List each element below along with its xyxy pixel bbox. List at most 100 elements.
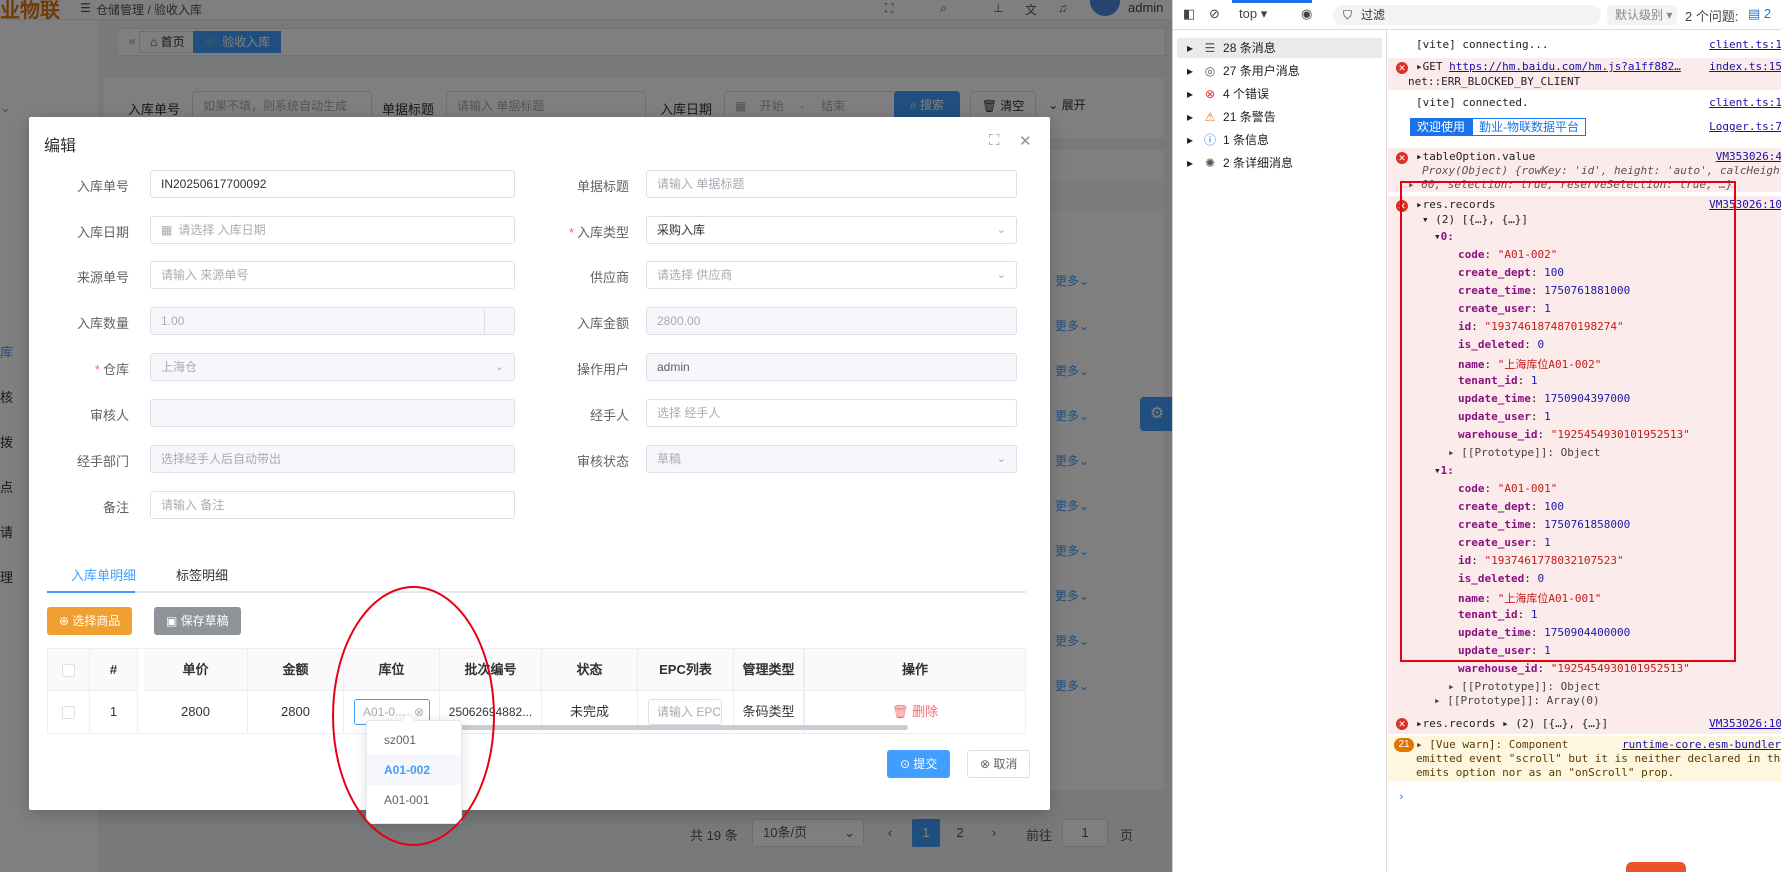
annotation-rectangle xyxy=(1400,181,1736,662)
sidebar-item-user-messages[interactable]: ▸ ◎ 27 条用户消息 xyxy=(1187,61,1300,81)
warning-icon: ⚠ xyxy=(1204,110,1216,124)
welcome-badge-b: 勤业-物联数据平台 xyxy=(1472,118,1587,136)
res-records-text: res.records xyxy=(1422,717,1496,730)
tab-detail[interactable]: 入库单明细 xyxy=(71,565,136,584)
sidebar-item-messages[interactable]: ▸ ☰ 28 条消息 xyxy=(1177,38,1382,58)
issues-label[interactable]: 2 个问题: xyxy=(1685,6,1738,25)
submit-button[interactable]: ⊙ 提交 xyxy=(887,750,951,778)
audit-status-label: 审核状态 xyxy=(576,454,629,469)
audit-status-value: 草稿 xyxy=(657,452,682,466)
supplier-select[interactable]: 请选择 供应商 ⌄ xyxy=(646,261,1017,289)
amount-label: 入库金额 xyxy=(576,316,629,331)
console-line-vite-connecting: [vite] connecting... client.ts:1 xyxy=(1388,38,1781,56)
close-icon[interactable]: ✕ xyxy=(1019,132,1032,150)
error-icon: ✕ xyxy=(1396,152,1408,164)
console-filter-input[interactable]: ⛉ 过滤 xyxy=(1333,5,1601,25)
col-header-index: # xyxy=(90,649,138,691)
select-goods-label: 选择商品 xyxy=(72,614,121,628)
bill-title-label: 单据标题 xyxy=(576,179,629,194)
row-checkbox-cell[interactable] xyxy=(48,691,90,733)
issues-count[interactable]: ▤ 2 xyxy=(1748,6,1771,22)
col-header-epc: EPC列表 xyxy=(638,649,734,691)
epc-input[interactable]: 请输入 EPC xyxy=(648,699,722,725)
checkbox[interactable] xyxy=(62,664,75,678)
save-draft-button[interactable]: ▣ 保存草稿 xyxy=(154,607,241,635)
warn-text-1[interactable]: ▸ [Vue warn]: Component xyxy=(1416,738,1568,751)
active-tab-indicator xyxy=(1232,0,1312,3)
console-prompt[interactable]: › xyxy=(1388,790,1781,808)
in-type-label-text: 入库类型 xyxy=(576,225,629,240)
warehouse-label-text: 仓库 xyxy=(102,362,129,377)
get-prefix: GET xyxy=(1422,60,1443,73)
remark-input[interactable]: 请输入 备注 xyxy=(150,491,515,519)
sidebar-toggle-icon[interactable]: ◧ xyxy=(1183,6,1195,22)
sidebar-item-info[interactable]: ▸ ⓘ 1 条信息 xyxy=(1187,130,1269,150)
handler-input[interactable]: 选择 经手人 xyxy=(646,399,1017,427)
source-link[interactable]: client.ts:1 xyxy=(1709,96,1781,109)
col-header-amount: 金额 xyxy=(248,649,344,691)
cell-amount: 2800 xyxy=(248,691,344,733)
log-text[interactable]: ▸tableOption.value xyxy=(1416,150,1535,163)
log-level-select[interactable]: 默认级别 ▾ xyxy=(1607,5,1677,25)
auditor-label: 审核人 xyxy=(89,408,129,423)
source-link[interactable]: Logger.ts:7 xyxy=(1709,120,1781,133)
col-header-status: 状态 xyxy=(542,649,638,691)
log-text[interactable]: ▸res.records ▸ (2) [{…}, {…}] xyxy=(1416,717,1608,730)
order-no-input[interactable]: IN20250617700092 xyxy=(150,170,515,198)
source-link[interactable]: client.ts:1 xyxy=(1709,38,1781,51)
source-link[interactable]: VM353026:4 xyxy=(1716,150,1781,163)
sidebar-item-errors[interactable]: ▸ ⊗ 4 个错误 xyxy=(1187,84,1269,104)
sidebar-item-verbose[interactable]: ▸ ✺ 2 条详细消息 xyxy=(1187,153,1293,173)
in-type-label: * 入库类型 xyxy=(568,225,629,240)
proto-object-toggle[interactable]: ▸ [[Prototype]]: Object xyxy=(1448,680,1600,693)
log-text[interactable]: ▸GET https://hm.baidu.com/hm.js?a1ff882… xyxy=(1416,60,1681,73)
devtools-toolbar: ◧ ⊘ top ▾ ◉ ⛉ 过滤 默认级别 ▾ 2 个问题: ▤ 2 xyxy=(1173,0,1781,30)
warn-count-badge: 21 xyxy=(1394,738,1414,752)
in-date-picker[interactable]: ▦ 请选择 入库日期 xyxy=(150,216,515,244)
in-type-select[interactable]: 采购入库 ⌄ xyxy=(646,216,1017,244)
cancel-label: 取消 xyxy=(993,757,1018,771)
delete-label: 删除 xyxy=(912,704,939,719)
source-no-input[interactable]: 请输入 来源单号 xyxy=(150,261,515,289)
proto-object-text: [[Prototype]]: Object xyxy=(1461,680,1601,693)
error-icon: ✕ xyxy=(1396,718,1408,730)
source-link[interactable]: VM353026:10 xyxy=(1709,717,1781,730)
warehouse-label: * 仓库 xyxy=(94,362,129,377)
supplier-placeholder: 请选择 供应商 xyxy=(657,268,733,282)
table-option-text: tableOption.value xyxy=(1422,150,1536,163)
array-summary-text: (2) [{…}, {…}] xyxy=(1515,717,1609,730)
select-all-checkbox[interactable] xyxy=(48,649,90,691)
sidebar-item-warnings[interactable]: ▸ ⚠ 21 条警告 xyxy=(1187,107,1276,127)
warnings-label: 21 条警告 xyxy=(1223,110,1276,124)
source-link[interactable]: runtime-core.esm-bundler.js:4 xyxy=(1622,738,1781,751)
app-window: 业物联 ☰ 仓储管理 / 验收入库 ⛶ ⌕ ⊥ 文 ♫ admin ⌄ 库 核 … xyxy=(0,0,1172,872)
submit-label: 提交 xyxy=(913,757,938,771)
kv-warehouse-id: warehouse_id: "1925454930101952513" xyxy=(1458,662,1690,675)
eye-icon[interactable]: ◉ xyxy=(1301,6,1312,22)
filter-icon: ⛉ xyxy=(1343,8,1353,22)
error-icon: ⊗ xyxy=(1205,87,1216,101)
user-icon: ◎ xyxy=(1204,64,1216,78)
cancel-button[interactable]: ⊗ 取消 xyxy=(967,750,1031,778)
list-icon: ☰ xyxy=(1204,41,1216,55)
calendar-icon: ▦ xyxy=(161,223,173,237)
remark-label: 备注 xyxy=(102,500,129,515)
console-sidebar: ▸ ☰ 28 条消息 ▸ ◎ 27 条用户消息 ▸ ⊗ 4 个错误 ▸ ⚠ 21 条警告 ▸ ⓘ 1… xyxy=(1173,30,1387,872)
select-goods-button[interactable]: ⊕ 选择商品 xyxy=(47,607,133,635)
verbose-label: 2 条详细消息 xyxy=(1223,156,1294,170)
get-url-link[interactable]: https://hm.baidu.com/hm.js?a1ff882… xyxy=(1449,60,1681,73)
proto-array-toggle[interactable]: ▸ [[Prototype]]: Array(0) xyxy=(1434,694,1600,707)
clear-console-icon[interactable]: ⊘ xyxy=(1209,6,1220,22)
maximize-icon[interactable]: ⛶ xyxy=(989,132,1000,149)
checkbox[interactable] xyxy=(62,706,75,720)
context-select[interactable]: top ▾ xyxy=(1239,6,1267,22)
welcome-badge-a: 欢迎使用 xyxy=(1410,118,1473,136)
dept-input: 选择经手人后自动带出 xyxy=(150,445,515,473)
tab-labels[interactable]: 标签明细 xyxy=(176,565,228,584)
dialog-title: 编辑 xyxy=(44,138,77,155)
log-text: [vite] connecting... xyxy=(1416,38,1549,51)
error-icon: ✕ xyxy=(1396,62,1408,74)
auditor-input xyxy=(150,399,515,427)
source-link[interactable]: index.ts:15 xyxy=(1709,60,1781,73)
bill-title-input[interactable]: 请输入 单据标题 xyxy=(646,170,1017,198)
